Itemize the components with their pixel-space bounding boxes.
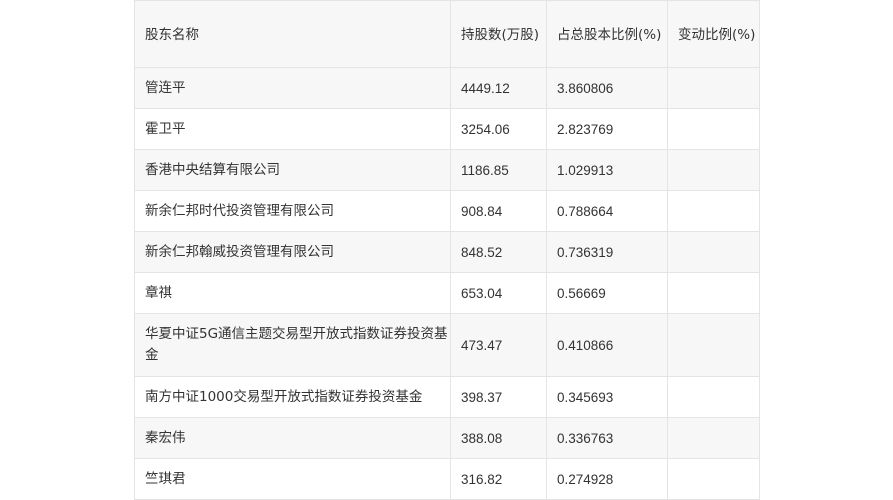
cell-shares: 388.08: [450, 417, 547, 459]
table-row: 华夏中证5G通信主题交易型开放式指数证券投资基金 473.47 0.410866: [134, 313, 760, 377]
cell-name: 新余仁邦翰威投资管理有限公司: [134, 231, 451, 273]
cell-ratio: 0.56669: [546, 272, 668, 314]
cell-change: [667, 313, 760, 377]
table-row: 新余仁邦时代投资管理有限公司 908.84 0.788664: [134, 190, 760, 232]
cell-name: 秦宏伟: [134, 417, 451, 459]
header-shareholder-name: 股东名称: [134, 0, 451, 68]
table-header-row: 股东名称 持股数(万股) 占总股本比例(%) 变动比例(%): [134, 0, 760, 68]
cell-change: [667, 417, 760, 459]
cell-change: [667, 376, 760, 418]
cell-ratio: 1.029913: [546, 149, 668, 191]
cell-shares: 316.82: [450, 458, 547, 500]
cell-ratio: 0.274928: [546, 458, 668, 500]
cell-change: [667, 458, 760, 500]
table-row: 南方中证1000交易型开放式指数证券投资基金 398.37 0.345693: [134, 376, 760, 418]
cell-ratio: 2.823769: [546, 108, 668, 150]
cell-ratio: 0.345693: [546, 376, 668, 418]
cell-ratio: 0.336763: [546, 417, 668, 459]
cell-change: [667, 108, 760, 150]
table-row: 霍卫平 3254.06 2.823769: [134, 108, 760, 150]
header-change: 变动比例(%): [667, 0, 760, 68]
cell-ratio: 3.860806: [546, 67, 668, 109]
cell-shares: 653.04: [450, 272, 547, 314]
cell-shares: 398.37: [450, 376, 547, 418]
cell-shares: 473.47: [450, 313, 547, 377]
shareholder-table: 股东名称 持股数(万股) 占总股本比例(%) 变动比例(%) 管连平 4449.…: [134, 0, 760, 500]
cell-name: 霍卫平: [134, 108, 451, 150]
cell-change: [667, 231, 760, 273]
table-row: 新余仁邦翰威投资管理有限公司 848.52 0.736319: [134, 231, 760, 273]
cell-name: 新余仁邦时代投资管理有限公司: [134, 190, 451, 232]
cell-ratio: 0.410866: [546, 313, 668, 377]
table-row: 管连平 4449.12 3.860806: [134, 67, 760, 109]
cell-change: [667, 67, 760, 109]
cell-name: 南方中证1000交易型开放式指数证券投资基金: [134, 376, 451, 418]
cell-shares: 848.52: [450, 231, 547, 273]
cell-change: [667, 149, 760, 191]
header-ratio: 占总股本比例(%): [546, 0, 668, 68]
header-shares: 持股数(万股): [450, 0, 547, 68]
cell-shares: 1186.85: [450, 149, 547, 191]
cell-name: 香港中央结算有限公司: [134, 149, 451, 191]
table-row: 竺琪君 316.82 0.274928: [134, 458, 760, 500]
cell-ratio: 0.788664: [546, 190, 668, 232]
shareholder-table-container: 股东名称 持股数(万股) 占总股本比例(%) 变动比例(%) 管连平 4449.…: [134, 0, 760, 500]
cell-name: 管连平: [134, 67, 451, 109]
cell-shares: 4449.12: [450, 67, 547, 109]
cell-ratio: 0.736319: [546, 231, 668, 273]
table-row: 章祺 653.04 0.56669: [134, 272, 760, 314]
cell-name: 华夏中证5G通信主题交易型开放式指数证券投资基金: [134, 313, 451, 377]
cell-change: [667, 272, 760, 314]
cell-name: 竺琪君: [134, 458, 451, 500]
cell-name: 章祺: [134, 272, 451, 314]
table-row: 香港中央结算有限公司 1186.85 1.029913: [134, 149, 760, 191]
cell-change: [667, 190, 760, 232]
cell-shares: 3254.06: [450, 108, 547, 150]
table-row: 秦宏伟 388.08 0.336763: [134, 417, 760, 459]
cell-shares: 908.84: [450, 190, 547, 232]
